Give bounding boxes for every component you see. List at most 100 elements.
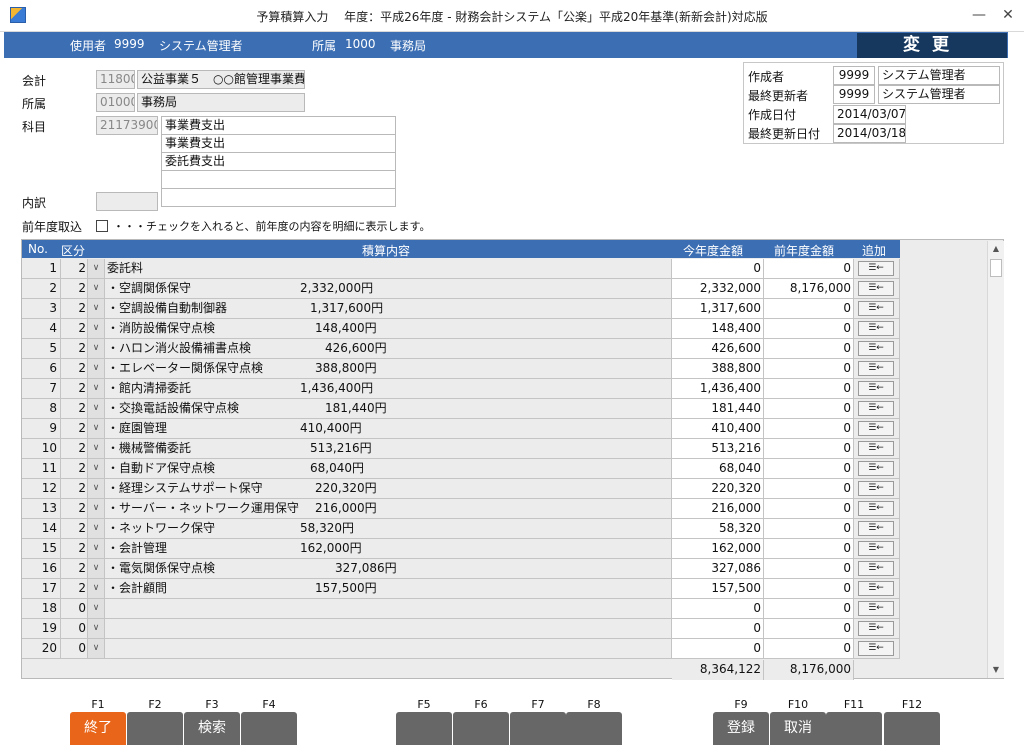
- insert-row-button[interactable]: ☰←: [858, 301, 894, 316]
- row-current-amount[interactable]: 0: [672, 259, 764, 279]
- insert-row-button[interactable]: ☰←: [858, 561, 894, 576]
- chevron-down-icon[interactable]: ∨: [88, 399, 105, 419]
- insert-row-button[interactable]: ☰←: [858, 381, 894, 396]
- row-previous-amount[interactable]: 0: [764, 519, 854, 539]
- row-previous-amount[interactable]: 0: [764, 559, 854, 579]
- insert-row-button[interactable]: ☰←: [858, 281, 894, 296]
- chevron-down-icon[interactable]: ∨: [88, 479, 105, 499]
- chevron-down-icon[interactable]: ∨: [88, 499, 105, 519]
- row-current-amount[interactable]: 0: [672, 619, 764, 639]
- row-previous-amount[interactable]: 0: [764, 399, 854, 419]
- row-previous-amount[interactable]: 0: [764, 539, 854, 559]
- chevron-down-icon[interactable]: ∨: [88, 379, 105, 399]
- subject-code-field[interactable]: 21173900: [96, 116, 158, 135]
- row-previous-amount[interactable]: 0: [764, 339, 854, 359]
- row-current-amount[interactable]: 327,086: [672, 559, 764, 579]
- row-kbn-select[interactable]: 2: [61, 279, 88, 299]
- row-desc-input[interactable]: ・庭園管理 410,400円: [105, 419, 672, 439]
- row-kbn-select[interactable]: 2: [61, 579, 88, 599]
- chevron-down-icon[interactable]: ∨: [88, 319, 105, 339]
- row-desc-input[interactable]: [105, 619, 672, 639]
- row-previous-amount[interactable]: 0: [764, 619, 854, 639]
- scroll-up-arrow-icon[interactable]: ▲: [988, 241, 1004, 257]
- row-previous-amount[interactable]: 0: [764, 599, 854, 619]
- detail-code-field[interactable]: [96, 192, 158, 211]
- row-previous-amount[interactable]: 0: [764, 459, 854, 479]
- row-current-amount[interactable]: 68,040: [672, 459, 764, 479]
- insert-row-button[interactable]: ☰←: [858, 481, 894, 496]
- row-kbn-select[interactable]: 0: [61, 599, 88, 619]
- insert-row-button[interactable]: ☰←: [858, 361, 894, 376]
- row-current-amount[interactable]: 410,400: [672, 419, 764, 439]
- insert-row-button[interactable]: ☰←: [858, 421, 894, 436]
- row-current-amount[interactable]: 148,400: [672, 319, 764, 339]
- insert-row-button[interactable]: ☰←: [858, 521, 894, 536]
- chevron-down-icon[interactable]: ∨: [88, 339, 105, 359]
- row-kbn-select[interactable]: 0: [61, 639, 88, 659]
- insert-row-button[interactable]: ☰←: [858, 621, 894, 636]
- row-current-amount[interactable]: 216,000: [672, 499, 764, 519]
- fkey-button-f10[interactable]: 取消: [770, 712, 826, 745]
- insert-row-button[interactable]: ☰←: [858, 401, 894, 416]
- minimize-button[interactable]: —: [965, 4, 993, 26]
- chevron-down-icon[interactable]: ∨: [88, 519, 105, 539]
- row-previous-amount[interactable]: 0: [764, 319, 854, 339]
- insert-row-button[interactable]: ☰←: [858, 541, 894, 556]
- row-previous-amount[interactable]: 0: [764, 479, 854, 499]
- insert-row-button[interactable]: ☰←: [858, 501, 894, 516]
- row-desc-input[interactable]: ・機械警備委託 513,216円: [105, 439, 672, 459]
- row-desc-input[interactable]: ・会計管理 162,000円: [105, 539, 672, 559]
- insert-row-button[interactable]: ☰←: [858, 341, 894, 356]
- row-kbn-select[interactable]: 2: [61, 559, 88, 579]
- chevron-down-icon[interactable]: ∨: [88, 299, 105, 319]
- row-previous-amount[interactable]: 0: [764, 579, 854, 599]
- fkey-button-f8[interactable]: [566, 712, 622, 745]
- row-kbn-select[interactable]: 2: [61, 359, 88, 379]
- row-kbn-select[interactable]: 2: [61, 539, 88, 559]
- chevron-down-icon[interactable]: ∨: [88, 619, 105, 639]
- chevron-down-icon[interactable]: ∨: [88, 539, 105, 559]
- insert-row-button[interactable]: ☰←: [858, 601, 894, 616]
- chevron-down-icon[interactable]: ∨: [88, 459, 105, 479]
- row-desc-input[interactable]: [105, 639, 672, 659]
- row-desc-input[interactable]: ・会計顧問 157,500円: [105, 579, 672, 599]
- fkey-button-f5[interactable]: [396, 712, 452, 745]
- chevron-down-icon[interactable]: ∨: [88, 279, 105, 299]
- dept-code-field[interactable]: 01000: [96, 93, 135, 112]
- row-current-amount[interactable]: 220,320: [672, 479, 764, 499]
- row-kbn-select[interactable]: 2: [61, 259, 88, 279]
- row-kbn-select[interactable]: 2: [61, 339, 88, 359]
- fkey-button-f9[interactable]: 登録: [713, 712, 769, 745]
- row-desc-input[interactable]: [105, 599, 672, 619]
- row-current-amount[interactable]: 0: [672, 599, 764, 619]
- fkey-button-f1[interactable]: 終了: [70, 712, 126, 745]
- row-desc-input[interactable]: ・経理システムサポート保守 220,320円: [105, 479, 672, 499]
- insert-row-button[interactable]: ☰←: [858, 441, 894, 456]
- row-desc-input[interactable]: ・サーバー・ネットワーク運用保守 216,000円: [105, 499, 672, 519]
- prev-import-checkbox[interactable]: [96, 220, 108, 232]
- row-desc-input[interactable]: ・ネットワーク保守 58,320円: [105, 519, 672, 539]
- row-current-amount[interactable]: 58,320: [672, 519, 764, 539]
- row-desc-input[interactable]: ・ハロン消火設備補書点検 426,600円: [105, 339, 672, 359]
- row-current-amount[interactable]: 426,600: [672, 339, 764, 359]
- row-kbn-select[interactable]: 2: [61, 479, 88, 499]
- row-current-amount[interactable]: 1,317,600: [672, 299, 764, 319]
- row-current-amount[interactable]: 157,500: [672, 579, 764, 599]
- fkey-button-f11[interactable]: [826, 712, 882, 745]
- row-current-amount[interactable]: 2,332,000: [672, 279, 764, 299]
- row-desc-input[interactable]: 委託料: [105, 259, 672, 279]
- chevron-down-icon[interactable]: ∨: [88, 559, 105, 579]
- row-kbn-select[interactable]: 2: [61, 419, 88, 439]
- fkey-button-f3[interactable]: 検索: [184, 712, 240, 745]
- row-previous-amount[interactable]: 0: [764, 259, 854, 279]
- grid-scrollbar[interactable]: ▲ ▼: [987, 241, 1004, 678]
- scroll-down-arrow-icon[interactable]: ▼: [988, 662, 1004, 678]
- row-current-amount[interactable]: 388,800: [672, 359, 764, 379]
- row-desc-input[interactable]: ・交換電話設備保守点検 181,440円: [105, 399, 672, 419]
- row-kbn-select[interactable]: 2: [61, 399, 88, 419]
- row-desc-input[interactable]: ・空調関係保守 2,332,000円: [105, 279, 672, 299]
- insert-row-button[interactable]: ☰←: [858, 641, 894, 656]
- chevron-down-icon[interactable]: ∨: [88, 259, 105, 279]
- chevron-down-icon[interactable]: ∨: [88, 359, 105, 379]
- row-kbn-select[interactable]: 2: [61, 299, 88, 319]
